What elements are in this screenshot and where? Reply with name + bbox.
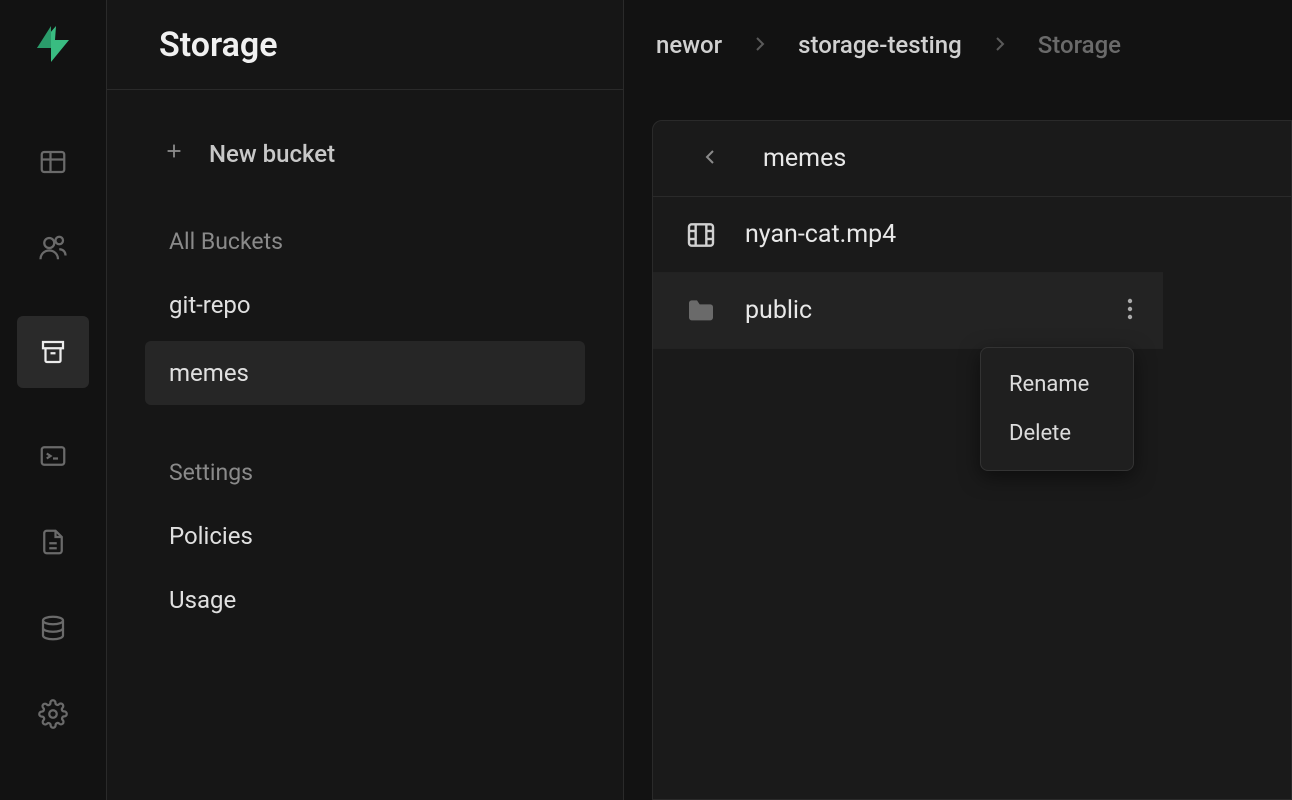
supabase-logo-icon[interactable] <box>31 22 75 66</box>
folder-name-label: public <box>745 296 1093 325</box>
auth-icon[interactable] <box>35 230 71 266</box>
file-row-folder[interactable]: public <box>653 273 1163 349</box>
page-title: Storage <box>159 25 278 65</box>
chevron-right-icon <box>994 31 1006 59</box>
sql-editor-icon[interactable] <box>35 438 71 474</box>
table-editor-icon[interactable] <box>35 144 71 180</box>
sidebar-item-usage[interactable]: Usage <box>145 568 585 632</box>
more-options-button[interactable] <box>1121 291 1139 331</box>
file-browser-panel: memes nyan-cat.mp4 <box>652 120 1292 800</box>
sidebar-header: Storage <box>107 0 623 90</box>
chevron-right-icon <box>754 31 766 59</box>
file-browser-header: memes <box>653 121 1291 197</box>
file-row-video[interactable]: nyan-cat.mp4 <box>653 197 1163 273</box>
current-folder-name: memes <box>763 144 846 173</box>
file-name-label: nyan-cat.mp4 <box>745 220 1139 249</box>
all-buckets-heading: All Buckets <box>145 218 585 265</box>
breadcrumb: newor storage-testing Storage <box>624 0 1292 90</box>
file-list: nyan-cat.mp4 public <box>653 197 1163 349</box>
settings-gear-icon[interactable] <box>35 696 71 732</box>
menu-item-rename[interactable]: Rename <box>981 360 1133 409</box>
settings-heading: Settings <box>145 449 585 496</box>
main-content: newor storage-testing Storage memes <box>624 0 1292 800</box>
breadcrumb-project[interactable]: storage-testing <box>798 31 962 59</box>
docs-icon[interactable] <box>35 524 71 560</box>
database-icon[interactable] <box>35 610 71 646</box>
folder-icon <box>685 295 717 327</box>
bucket-item-memes[interactable]: memes <box>145 341 585 405</box>
sidebar-item-policies[interactable]: Policies <box>145 504 585 568</box>
storage-icon[interactable] <box>17 316 89 388</box>
new-bucket-button[interactable]: New bucket <box>145 130 585 178</box>
back-button[interactable] <box>701 148 719 170</box>
context-menu: Rename Delete <box>980 347 1134 471</box>
breadcrumb-org[interactable]: newor <box>656 31 722 59</box>
nav-rail <box>0 0 107 800</box>
video-file-icon <box>685 219 717 251</box>
bucket-item-git-repo[interactable]: git-repo <box>145 273 585 337</box>
plus-icon <box>163 140 185 168</box>
menu-item-delete[interactable]: Delete <box>981 409 1133 458</box>
new-bucket-label: New bucket <box>209 140 335 168</box>
sidebar: Storage New bucket All Buckets git-repo … <box>107 0 624 800</box>
breadcrumb-section: Storage <box>1038 31 1121 59</box>
